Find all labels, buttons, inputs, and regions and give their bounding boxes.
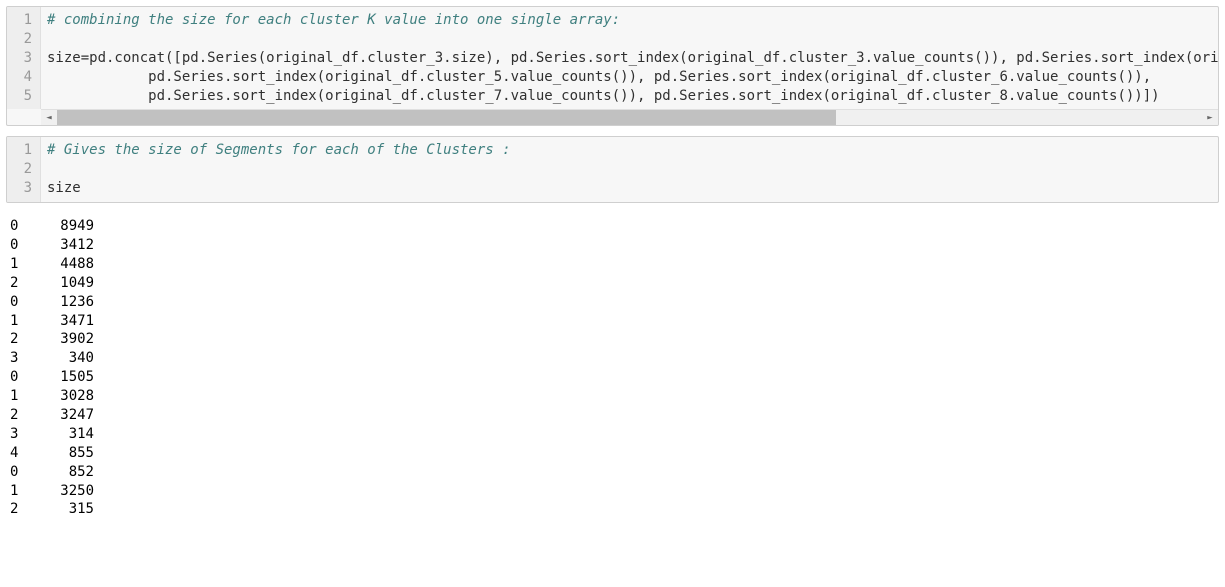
output-index: 1 bbox=[10, 312, 24, 331]
output-row: 21049 bbox=[10, 274, 1219, 293]
code-lines-1[interactable]: # combining the size for each cluster K … bbox=[41, 7, 1218, 109]
output-index: 1 bbox=[10, 255, 24, 274]
output-value: 1049 bbox=[24, 274, 94, 293]
output-row: 23247 bbox=[10, 406, 1219, 425]
output-index: 0 bbox=[10, 236, 24, 255]
line-number: 1 bbox=[11, 141, 32, 160]
output-row: 13028 bbox=[10, 387, 1219, 406]
output-value: 1505 bbox=[24, 368, 94, 387]
output-row: 0852 bbox=[10, 463, 1219, 482]
scroll-right-arrow-icon[interactable]: ► bbox=[1202, 110, 1218, 125]
output-value: 3247 bbox=[24, 406, 94, 425]
line-number: 2 bbox=[11, 30, 32, 49]
code-line: # combining the size for each cluster K … bbox=[47, 11, 1218, 30]
output-value: 314 bbox=[24, 425, 94, 444]
line-number: 2 bbox=[11, 160, 32, 179]
output-index: 2 bbox=[10, 330, 24, 349]
code-line: size bbox=[47, 179, 1218, 198]
horizontal-scrollbar[interactable]: ◄ ► bbox=[41, 109, 1218, 125]
output-index: 0 bbox=[10, 217, 24, 236]
output-index: 1 bbox=[10, 387, 24, 406]
code-cell-1: 12345 # combining the size for each clus… bbox=[6, 6, 1219, 126]
scroll-left-arrow-icon[interactable]: ◄ bbox=[41, 110, 57, 125]
output-row: 01236 bbox=[10, 293, 1219, 312]
output-row: 14488 bbox=[10, 255, 1219, 274]
line-number: 1 bbox=[11, 11, 32, 30]
output-index: 0 bbox=[10, 368, 24, 387]
code-line bbox=[47, 30, 1218, 49]
scrollbar-thumb[interactable] bbox=[57, 110, 836, 125]
output-value: 852 bbox=[24, 463, 94, 482]
code-line: # Gives the size of Segments for each of… bbox=[47, 141, 1218, 160]
output-row: 3314 bbox=[10, 425, 1219, 444]
code-body-1: 12345 # combining the size for each clus… bbox=[7, 7, 1218, 109]
output-value: 3028 bbox=[24, 387, 94, 406]
output-index: 2 bbox=[10, 274, 24, 293]
line-gutter-1: 12345 bbox=[7, 7, 41, 109]
line-gutter-2: 123 bbox=[7, 137, 41, 202]
output-index: 2 bbox=[10, 500, 24, 519]
output-value: 8949 bbox=[24, 217, 94, 236]
output-index: 2 bbox=[10, 406, 24, 425]
output-value: 3412 bbox=[24, 236, 94, 255]
line-number: 3 bbox=[11, 179, 32, 198]
output-index: 0 bbox=[10, 293, 24, 312]
line-number: 3 bbox=[11, 49, 32, 68]
output-index: 4 bbox=[10, 444, 24, 463]
code-cell-2: 123 # Gives the size of Segments for eac… bbox=[6, 136, 1219, 203]
code-line: pd.Series.sort_index(original_df.cluster… bbox=[47, 87, 1218, 106]
output-index: 3 bbox=[10, 425, 24, 444]
output-index: 0 bbox=[10, 463, 24, 482]
output-index: 1 bbox=[10, 482, 24, 501]
output-value: 4488 bbox=[24, 255, 94, 274]
output-row: 08949 bbox=[10, 217, 1219, 236]
output-value: 3471 bbox=[24, 312, 94, 331]
output-value: 340 bbox=[24, 349, 94, 368]
output-value: 3250 bbox=[24, 482, 94, 501]
output-area: 0894903412144882104901236134712390233400… bbox=[6, 213, 1219, 523]
output-row: 13250 bbox=[10, 482, 1219, 501]
output-row: 13471 bbox=[10, 312, 1219, 331]
output-value: 855 bbox=[24, 444, 94, 463]
line-number: 4 bbox=[11, 68, 32, 87]
output-value: 315 bbox=[24, 500, 94, 519]
code-line: pd.Series.sort_index(original_df.cluster… bbox=[47, 68, 1218, 87]
output-row: 01505 bbox=[10, 368, 1219, 387]
code-line: size=pd.concat([pd.Series(original_df.cl… bbox=[47, 49, 1218, 68]
code-line bbox=[47, 160, 1218, 179]
output-value: 1236 bbox=[24, 293, 94, 312]
output-row: 3340 bbox=[10, 349, 1219, 368]
output-row: 03412 bbox=[10, 236, 1219, 255]
scrollbar-track[interactable] bbox=[57, 110, 1202, 125]
code-body-2: 123 # Gives the size of Segments for eac… bbox=[7, 137, 1218, 202]
output-row: 2315 bbox=[10, 500, 1219, 519]
output-row: 23902 bbox=[10, 330, 1219, 349]
output-index: 3 bbox=[10, 349, 24, 368]
line-number: 5 bbox=[11, 87, 32, 106]
output-value: 3902 bbox=[24, 330, 94, 349]
output-row: 4855 bbox=[10, 444, 1219, 463]
code-lines-2[interactable]: # Gives the size of Segments for each of… bbox=[41, 137, 1218, 202]
